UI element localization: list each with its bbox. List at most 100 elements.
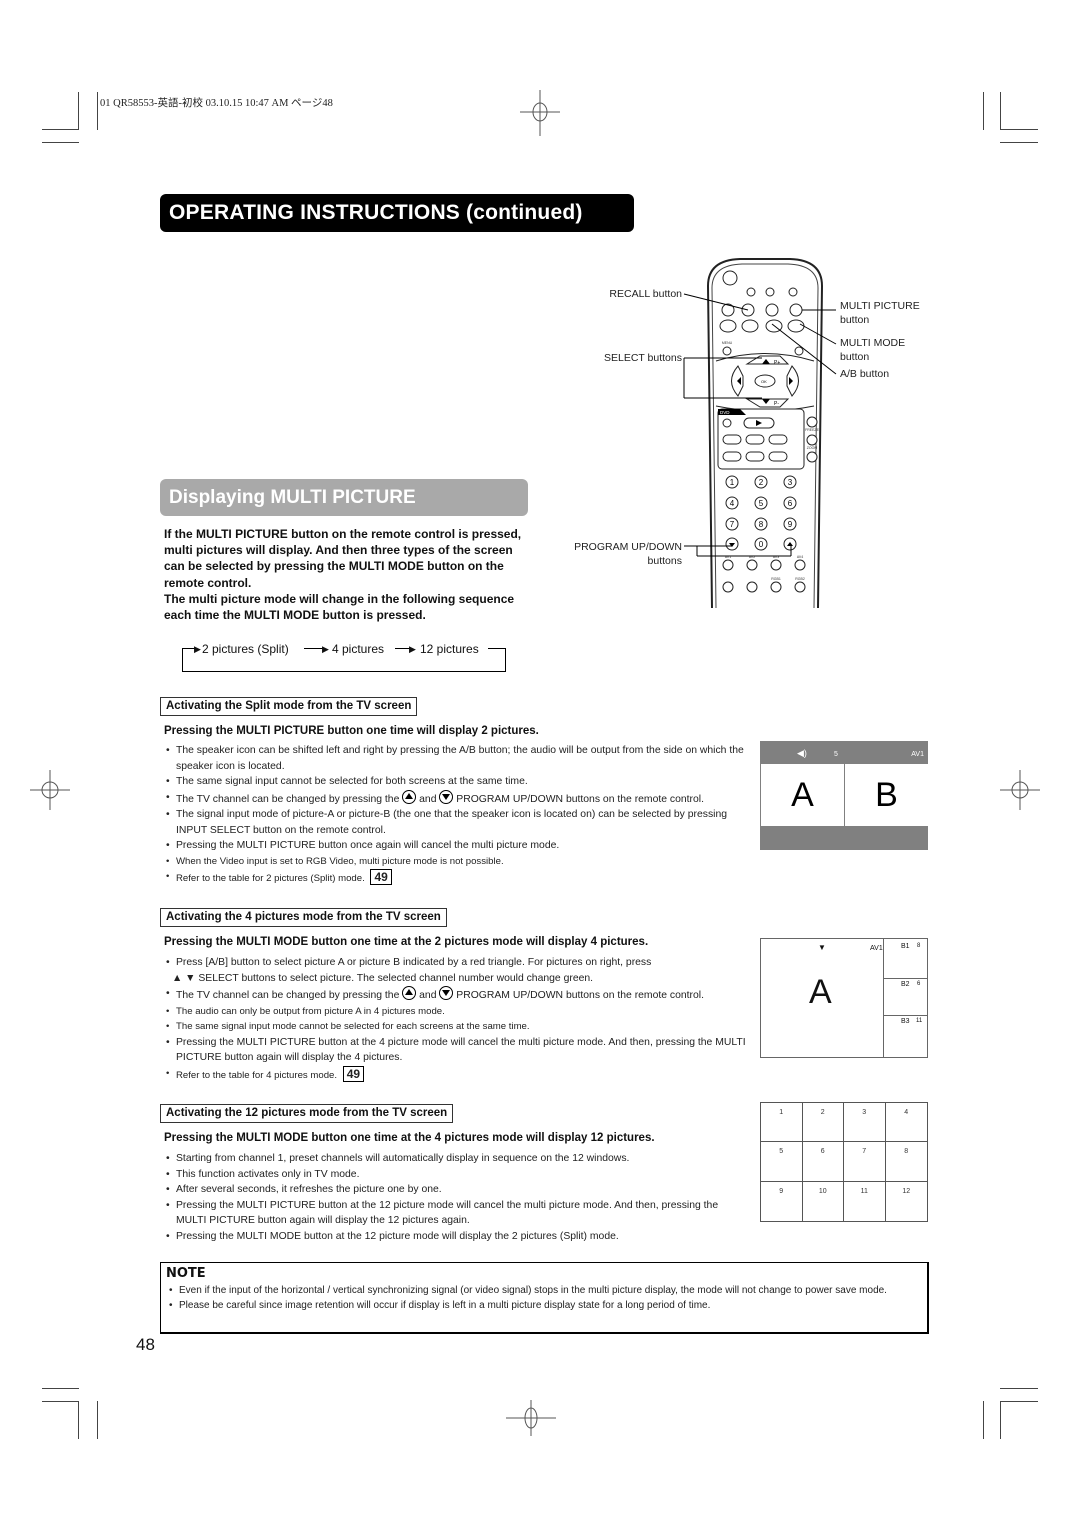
channel-number: 5 [834,751,838,758]
picture-cell: 12 [902,1187,911,1195]
bullet-item: Refer to the table for 4 pictures mode. … [166,1065,750,1084]
split-mode-summary: Pressing the MULTI PICTURE button one ti… [164,725,539,737]
bullet-item: Pressing the MULTI MODE button at the 12… [166,1229,750,1245]
registration-mark-icon [520,90,560,136]
intro-paragraph-2: The multi picture mode will change in th… [164,591,515,623]
registration-mark-icon [1000,770,1040,810]
picture-a: A [809,973,832,1011]
picture-a: A [761,764,844,826]
bullet-item: The TV channel can be changed by pressin… [166,789,750,808]
bullet-item: Please be careful since image retention … [169,1298,925,1313]
crop-mark [1000,92,1001,130]
bullet-item: The speaker icon can be shifted left and… [166,743,750,774]
split-screen-illustration: ◀) 5 AV1 A B [760,741,928,850]
sub-picture-channel: 8 [917,943,921,949]
bullet-item: The audio can only be output from pictur… [166,1004,750,1020]
arrow-icon: ▶ [409,644,416,654]
picture-cell: 8 [885,1142,927,1182]
bullet-item: Pressing the MULTI PICTURE button once a… [166,838,750,854]
crop-mark [97,1401,98,1439]
note-bullets: Even if the input of the horizontal / ve… [169,1283,925,1313]
sequence-step: 2 pictures (Split) [202,642,289,656]
ab-button-callout: A/B button [840,368,890,380]
svg-text:RGB2: RGB2 [795,577,805,581]
bullet-item: Refer to the table for 2 pictures (Split… [166,869,750,887]
picture-b: B [845,764,928,826]
four-mode-summary: Pressing the MULTI MODE button one time … [164,936,649,948]
page-title: OPERATING INSTRUCTIONS (continued) [160,194,634,232]
multi-picture-callout-2: button [840,314,870,326]
program-up-icon [402,986,417,1000]
picture-cell: 7 [844,1142,886,1182]
crop-mark [1000,1401,1001,1439]
bullet-item: When the Video input is set to RGB Video… [166,854,750,870]
program-updown-callout: PROGRAM UP/DOWN [574,541,682,553]
four-picture-screen-illustration: ▼ AV1 A B1 8 B2 6 B3 11 [760,938,928,1058]
four-mode-bullets: Press [A/B] button to select picture A o… [166,955,750,1084]
program-down-icon [439,789,454,804]
sub-picture-channel: 6 [917,981,921,987]
registration-mark-icon [30,770,70,810]
intro-text: If the MULTI PICTURE button on the remot… [164,526,534,623]
picture-cell: 10 [803,1181,844,1221]
print-header-meta: 01 QR58553-英語-初校 03.10.15 10:47 AM ページ48 [100,98,333,109]
twelve-mode-heading: Activating the 12 pictures mode from the… [160,1104,454,1123]
picture-cell: 3 [844,1103,886,1143]
crop-mark [983,92,984,130]
arrow-icon: ▶ [322,644,329,654]
bullet-item: The TV channel can be changed by pressin… [166,986,750,1004]
mode-sequence-diagram: ▶ 2 pictures (Split) ▶ 4 pictures ▶ 12 p… [180,640,510,672]
picture-cell: 2 [802,1103,844,1143]
input-label: AV1 [911,751,924,758]
registration-mark-icon [506,1400,556,1436]
bullet-item: Starting from channel 1, preset channels… [166,1151,750,1167]
bullet-item: The same signal input cannot be selected… [166,774,750,790]
speaker-icon: ◀) [797,748,807,758]
callout-lines [683,293,837,557]
split-mode-bullets: The speaker icon can be shifted left and… [166,743,750,887]
crop-mark [1000,1401,1038,1402]
arrow-icon: ▶ [194,644,201,654]
crop-mark [42,1401,79,1402]
bullet-item: This function activates only in TV mode. [166,1167,750,1183]
crop-mark [78,92,79,130]
twelve-picture-screen-illustration: 1 2 3 4 5 6 7 8 9 10 11 12 [760,1102,928,1222]
crop-mark [42,142,79,143]
crop-mark [1000,129,1038,130]
bullet-item: The signal input mode of picture-A or pi… [166,807,750,838]
multi-mode-callout-2: button [840,351,870,363]
input-label: AV1 [870,945,883,952]
bullet-item: After several seconds, it refreshes the … [166,1182,750,1198]
crop-mark [1000,1388,1038,1389]
picture-cell: 6 [802,1142,844,1182]
crop-mark [1000,142,1038,143]
bullet-item: Pressing the MULTI PICTURE button at the… [166,1035,750,1066]
page-reference-link[interactable]: 49 [342,1065,365,1082]
twelve-mode-bullets: Starting from channel 1, preset channels… [166,1151,750,1245]
bullet-item: Even if the input of the horizontal / ve… [169,1283,925,1298]
svg-text:RGB1: RGB1 [771,577,781,581]
note-title: NOTE [166,1266,206,1281]
section-title: Displaying MULTI PICTURE [160,479,528,516]
picture-cell: 1 [761,1103,803,1143]
picture-cell: 5 [761,1142,803,1182]
split-mode-heading: Activating the Split mode from the TV sc… [160,697,418,716]
multi-mode-callout: MULTI MODE [840,337,906,349]
crop-mark [42,129,79,130]
sub-picture-label: B1 [901,943,910,950]
program-updown-callout-2: buttons [647,555,682,567]
recall-button-callout: RECALL button [609,288,682,300]
note-box: NOTE Even if the input of the horizontal… [160,1262,929,1334]
page-reference-link[interactable]: 49 [370,869,392,885]
program-up-icon [402,789,417,804]
crop-mark [78,1401,79,1439]
crop-mark [983,1401,984,1439]
sub-picture-label: B3 [901,1018,910,1025]
bullet-item: Press [A/B] button to select picture A o… [166,955,750,986]
intro-paragraph: If the MULTI PICTURE button on the remot… [164,527,522,590]
program-down-icon [439,986,454,1000]
picture-cell: 9 [761,1181,803,1221]
multi-picture-callout: MULTI PICTURE [840,300,920,312]
crop-mark [42,1388,79,1389]
page-number: 48 [136,1335,155,1354]
